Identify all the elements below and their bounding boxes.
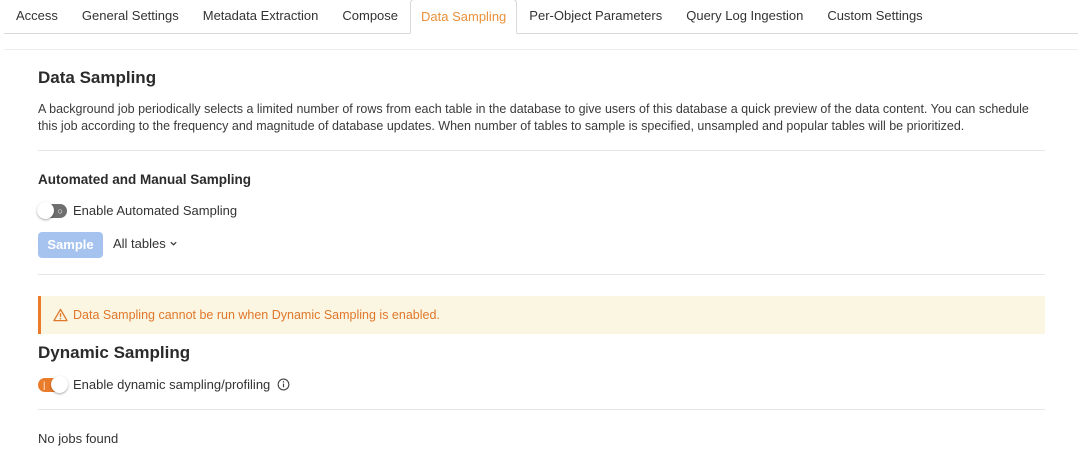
settings-tab-bar: Access General Settings Metadata Extract… [4, 0, 1078, 34]
divider [38, 409, 1045, 410]
toggle-knob [37, 201, 54, 219]
toggle-knob [51, 375, 68, 393]
dynamic-sampling-toggle[interactable]: | [38, 375, 68, 393]
tab-query-log-ingestion[interactable]: Query Log Ingestion [674, 0, 815, 33]
page-title: Data Sampling [38, 68, 157, 87]
chevron-down-icon [170, 241, 177, 246]
warning-message: Data Sampling cannot be run when Dynamic… [73, 308, 440, 322]
automated-sampling-toggle[interactable]: ○ [37, 201, 67, 219]
dynamic-sampling-label: Enable dynamic sampling/profiling [73, 377, 271, 392]
toggle-on-icon: | [43, 379, 46, 390]
tab-per-object-parameters[interactable]: Per-Object Parameters [517, 0, 674, 33]
dynamic-sampling-heading: Dynamic Sampling [38, 343, 191, 362]
divider [38, 274, 1045, 275]
dynamic-sampling-row: | Enable dynamic sampling/profiling [38, 375, 290, 393]
table-scope-dropdown[interactable]: All tables [113, 236, 178, 251]
warning-triangle-icon [53, 308, 68, 322]
tab-data-sampling[interactable]: Data Sampling [410, 0, 518, 34]
divider [4, 49, 1078, 50]
dynamic-sampling-warning: Data Sampling cannot be run when Dynamic… [38, 296, 1045, 334]
table-scope-value: All tables [113, 236, 166, 251]
empty-jobs-message: No jobs found [38, 431, 119, 446]
automated-sampling-row: ○ Enable Automated Sampling [37, 201, 238, 219]
sample-button[interactable]: Sample [38, 232, 103, 258]
tab-access[interactable]: Access [4, 0, 70, 33]
section-description: A background job periodically selects a … [38, 102, 1029, 133]
automated-sampling-heading: Automated and Manual Sampling [38, 172, 252, 187]
tab-metadata-extraction[interactable]: Metadata Extraction [191, 0, 331, 33]
tab-general-settings[interactable]: General Settings [70, 0, 191, 33]
toggle-off-icon: ○ [57, 205, 63, 216]
automated-sampling-label: Enable Automated Sampling [73, 203, 238, 218]
info-circle-icon[interactable] [277, 378, 290, 391]
divider [38, 150, 1045, 151]
tab-compose[interactable]: Compose [330, 0, 410, 33]
tab-custom-settings[interactable]: Custom Settings [815, 0, 934, 33]
